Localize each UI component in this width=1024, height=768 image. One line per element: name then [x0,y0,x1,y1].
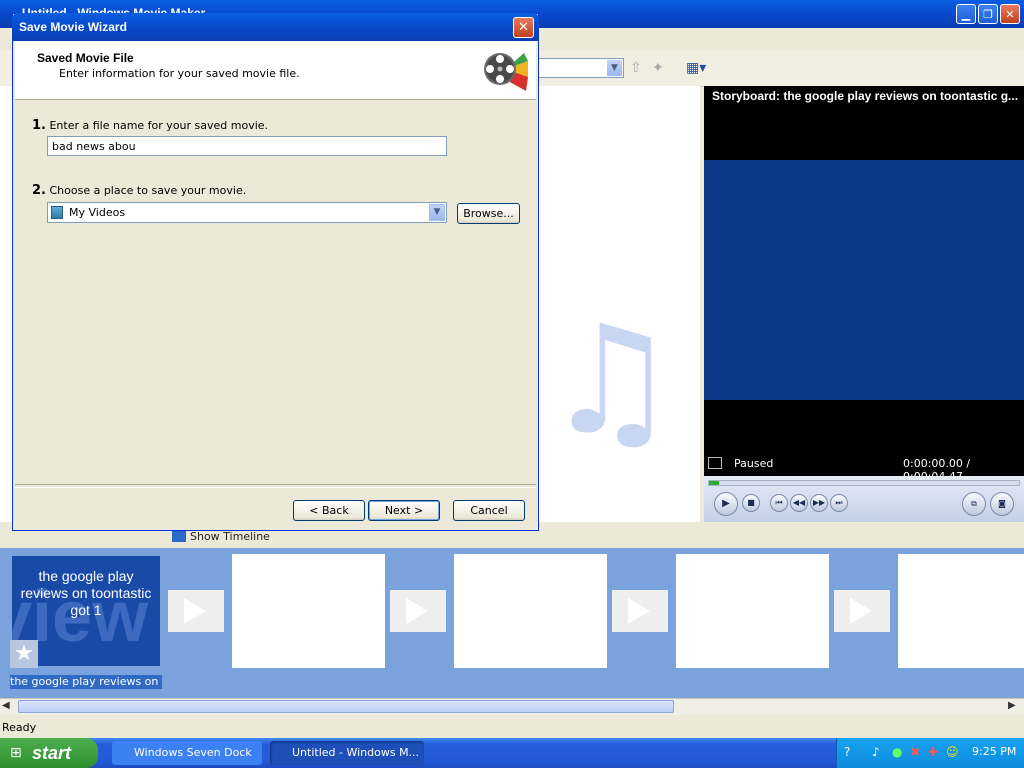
help-icon[interactable]: ? [844,745,850,759]
transition-slot[interactable] [612,590,668,632]
film-reel-icon [484,53,528,91]
security-alert-icon[interactable]: ✖ [910,745,920,759]
movie-maker-watermark-icon: ♫ [544,294,679,468]
task-label: Untitled - Windows M... [292,746,420,759]
collections-combo[interactable]: ▼ [536,58,624,78]
clock[interactable]: 9:25 PM [972,745,1016,758]
transition-slot[interactable] [390,590,446,632]
storyboard-slot[interactable] [898,554,1024,668]
scroll-right-icon[interactable]: ▶ [1008,700,1016,711]
views-icon[interactable]: ▦▾ [686,60,706,76]
seek-bar[interactable] [708,480,1020,486]
step2-label: Choose a place to save your movie. [49,184,247,197]
storyboard-slot[interactable] [676,554,829,668]
clip-thumbnail-text: the google play reviews on toontastic go… [20,568,152,618]
step1-row: 1. Enter a file name for your saved movi… [32,118,268,133]
show-timeline-button[interactable]: Show Timeline [190,530,270,543]
show-timeline-icon[interactable] [172,530,186,542]
new-folder-icon[interactable]: ✦ [652,60,664,76]
back-button[interactable]: < Back [293,500,365,521]
transition-slot[interactable] [834,590,890,632]
wizard-step-subtitle: Enter information for your saved movie f… [59,67,300,80]
previous-frame-button[interactable]: ⏮ [770,494,788,512]
step1-label: Enter a file name for your saved movie. [49,119,269,132]
up-folder-icon[interactable]: ⇧ [630,60,642,76]
volume-icon[interactable]: ♪ [872,745,880,759]
storyboard-title: Storyboard: the google play reviews on t… [712,89,1019,103]
my-videos-folder-icon [51,206,63,219]
split-view-icon[interactable] [708,457,722,469]
step2-row: 2. Choose a place to save your movie. [32,183,246,198]
step1-number: 1. [32,118,46,133]
seek-thumb[interactable] [709,481,719,485]
save-location-value: My Videos [69,206,126,219]
next-frame-button[interactable]: ⏭ [830,494,848,512]
chevron-down-icon[interactable]: ▼ [429,204,445,221]
storyboard-scrollbar[interactable] [0,698,1024,715]
transition-slot[interactable] [168,590,224,632]
take-picture-icon[interactable]: ◙ [990,492,1014,516]
contents-pane: ♫ [538,86,700,522]
video-effect-star-icon[interactable]: ★ [10,640,38,668]
clip-caption[interactable]: the google play reviews on too... [10,675,162,689]
dialog-separator [15,484,536,488]
close-button[interactable]: ✕ [513,17,534,38]
wizard-step-title: Saved Movie File [37,51,134,65]
preview-screen [704,160,1024,400]
step2-number: 2. [32,183,46,198]
network-icon[interactable]: ● [892,745,902,759]
status-text: Ready [2,721,37,734]
antivirus-icon[interactable]: ✚ [928,745,938,759]
storyboard-slot[interactable] [454,554,607,668]
scroll-left-icon[interactable]: ◀ [2,700,10,711]
stop-button[interactable]: ■ [742,494,760,512]
browse-button[interactable]: Browse... [457,203,520,224]
rewind-button[interactable]: ◀◀ [790,494,808,512]
taskbar-item-movie-maker[interactable]: Untitled - Windows M... [270,741,424,765]
next-button[interactable]: Next > [368,500,440,521]
split-clip-icon[interactable]: ⧉ [962,492,986,516]
playback-state: Paused [734,457,774,470]
play-button[interactable]: ▶ [714,492,738,516]
dialog-title: Save Movie Wizard [19,20,127,34]
storyboard-slot[interactable] [232,554,385,668]
status-bar [0,718,1024,738]
minimize-button[interactable]: ▁ [956,4,976,24]
chevron-down-icon[interactable]: ▼ [607,60,622,76]
app-close-button[interactable]: ✕ [1000,4,1020,24]
scrollbar-thumb[interactable] [18,700,674,713]
messenger-icon[interactable]: ☺ [946,745,959,759]
taskbar-item-seven-dock[interactable]: Windows Seven Dock [112,741,262,765]
cancel-button[interactable]: Cancel [453,500,525,521]
maximize-button[interactable]: ❐ [978,4,998,24]
task-label: Windows Seven Dock [134,746,252,759]
filename-input[interactable] [47,136,447,156]
windows-flag-icon: ⊞ [10,745,22,761]
forward-button[interactable]: ▶▶ [810,494,828,512]
